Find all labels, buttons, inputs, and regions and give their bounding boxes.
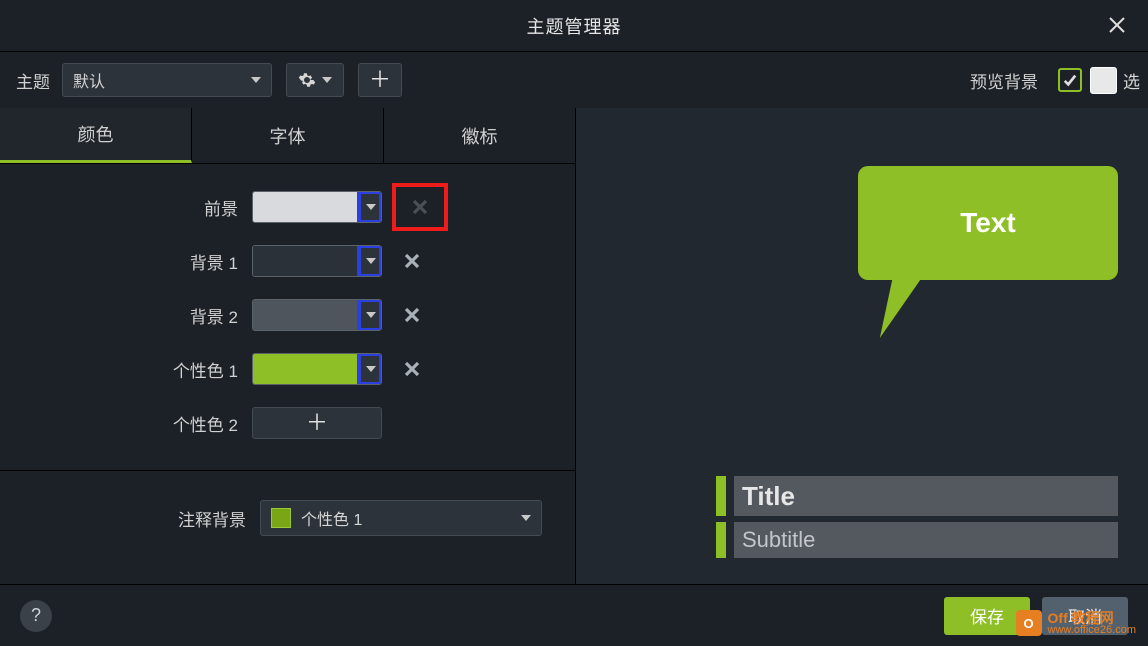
color-dropdown[interactable] bbox=[359, 354, 381, 384]
tab-fonts[interactable]: 字体 bbox=[192, 108, 384, 163]
color-swatch bbox=[253, 354, 359, 384]
add-color-button[interactable]: ＋ bbox=[252, 407, 382, 439]
row-label: 前景 bbox=[0, 195, 252, 220]
theme-select-value: 默认 bbox=[73, 68, 105, 92]
annotation-bg-select[interactable]: 个性色 1 bbox=[260, 500, 542, 536]
color-row-bg1: 背景 1 bbox=[0, 234, 575, 288]
titlebar: 主题管理器 bbox=[0, 0, 1148, 52]
close-button[interactable] bbox=[1104, 12, 1130, 38]
left-panel: 颜色 字体 徽标 前景 背景 1 bbox=[0, 108, 576, 584]
save-label: 保存 bbox=[970, 603, 1004, 628]
chevron-down-icon bbox=[366, 366, 376, 372]
preview-bg-label: 预览背景 bbox=[970, 68, 1038, 93]
close-icon bbox=[1108, 16, 1126, 34]
tab-label: 颜色 bbox=[78, 121, 114, 147]
tabs: 颜色 字体 徽标 bbox=[0, 108, 575, 164]
bubble-text: Text bbox=[960, 207, 1016, 239]
body: 颜色 字体 徽标 前景 背景 1 bbox=[0, 108, 1148, 584]
chevron-down-icon bbox=[366, 204, 376, 210]
title-accent-bar bbox=[716, 476, 726, 516]
preview-speech-bubble: Text bbox=[858, 166, 1118, 338]
help-button[interactable]: ? bbox=[20, 600, 52, 632]
color-row-accent1: 个性色 1 bbox=[0, 342, 575, 396]
tab-label: 徽标 bbox=[462, 123, 498, 149]
row-label: 背景 1 bbox=[0, 249, 252, 274]
close-icon bbox=[404, 253, 420, 269]
row-label: 背景 2 bbox=[0, 303, 252, 328]
color-swatch bbox=[253, 300, 359, 330]
check-icon bbox=[1063, 73, 1077, 87]
annotation-selected-value: 个性色 1 bbox=[301, 506, 362, 530]
color-row-accent2-add: 个性色 2 ＋ bbox=[0, 396, 575, 450]
color-picker[interactable] bbox=[252, 353, 382, 385]
window-title: 主题管理器 bbox=[527, 13, 622, 39]
footer: ? 保存 取消 bbox=[0, 584, 1148, 646]
color-dropdown[interactable] bbox=[359, 300, 381, 330]
theme-select[interactable]: 默认 bbox=[62, 63, 272, 97]
add-theme-button[interactable]: ＋ bbox=[358, 63, 402, 97]
chevron-down-icon bbox=[366, 312, 376, 318]
delete-color-button[interactable] bbox=[394, 353, 430, 385]
plus-icon: ＋ bbox=[306, 412, 328, 434]
color-picker[interactable] bbox=[252, 245, 382, 277]
gear-icon bbox=[298, 71, 316, 89]
delete-color-button[interactable] bbox=[394, 245, 430, 277]
preview-panel: Text Title Subtitle bbox=[576, 108, 1148, 584]
trailing-cut-text: 选 bbox=[1123, 68, 1140, 93]
color-row-foreground: 前景 bbox=[0, 180, 575, 234]
preview-bg-color-button[interactable] bbox=[1090, 67, 1117, 94]
color-swatch bbox=[253, 246, 359, 276]
bubble-tail bbox=[880, 280, 952, 338]
annotation-label: 注释背景 bbox=[0, 506, 260, 531]
row-label: 个性色 1 bbox=[0, 357, 252, 382]
preview-titles: Title Subtitle bbox=[716, 476, 1118, 558]
close-icon bbox=[404, 361, 420, 377]
color-picker[interactable] bbox=[252, 191, 382, 223]
theme-label: 主题 bbox=[16, 68, 50, 93]
close-icon bbox=[404, 307, 420, 323]
cancel-label: 取消 bbox=[1068, 603, 1102, 628]
row-label: 个性色 2 bbox=[0, 411, 252, 436]
cancel-button[interactable]: 取消 bbox=[1042, 597, 1128, 635]
color-picker[interactable] bbox=[252, 299, 382, 331]
plus-icon: ＋ bbox=[369, 69, 391, 91]
preview-bg-checkbox[interactable] bbox=[1058, 68, 1082, 92]
color-swatch bbox=[253, 192, 359, 222]
help-icon: ? bbox=[31, 605, 41, 626]
chevron-down-icon bbox=[366, 258, 376, 264]
delete-color-button[interactable] bbox=[394, 299, 430, 331]
theme-settings-button[interactable] bbox=[286, 63, 344, 97]
chevron-down-icon bbox=[251, 77, 261, 83]
annotation-section: 注释背景 个性色 1 bbox=[0, 470, 575, 565]
chevron-down-icon bbox=[322, 77, 332, 83]
subtitle-accent-bar bbox=[716, 522, 726, 558]
preview-title: Title bbox=[742, 481, 795, 512]
color-dropdown[interactable] bbox=[359, 192, 381, 222]
save-button[interactable]: 保存 bbox=[944, 597, 1030, 635]
toolbar: 主题 默认 ＋ 预览背景 选 bbox=[0, 52, 1148, 108]
preview-subtitle: Subtitle bbox=[742, 527, 815, 553]
chevron-down-icon bbox=[521, 515, 531, 521]
color-rows: 前景 背景 1 bbox=[0, 164, 575, 470]
tab-label: 字体 bbox=[270, 123, 306, 149]
color-row-bg2: 背景 2 bbox=[0, 288, 575, 342]
close-icon bbox=[412, 199, 428, 215]
annotation-swatch bbox=[271, 508, 291, 528]
delete-color-button[interactable] bbox=[394, 185, 446, 229]
tab-colors[interactable]: 颜色 bbox=[0, 108, 192, 163]
tab-logo[interactable]: 徽标 bbox=[384, 108, 575, 163]
color-dropdown[interactable] bbox=[359, 246, 381, 276]
